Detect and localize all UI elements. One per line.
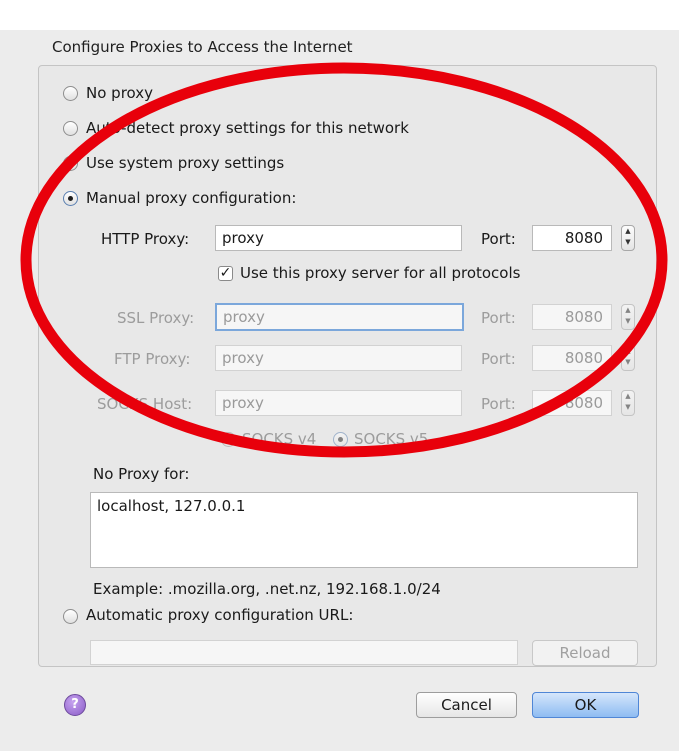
- ftp-port-stepper[interactable]: ▲ ▼: [621, 345, 635, 371]
- no-proxy-radio[interactable]: [63, 86, 78, 101]
- ftp-port-label: Port:: [481, 350, 516, 368]
- share-proxy-checkbox[interactable]: ✓: [218, 266, 233, 281]
- share-proxy-label[interactable]: Use this proxy server for all protocols: [240, 264, 520, 282]
- ftp-proxy-input[interactable]: [215, 345, 462, 371]
- system-proxy-label[interactable]: Use system proxy settings: [86, 154, 284, 172]
- auto-url-label[interactable]: Automatic proxy configuration URL:: [86, 606, 353, 624]
- http-port-input[interactable]: [532, 225, 612, 251]
- auto-detect-label[interactable]: Auto-detect proxy settings for this netw…: [86, 119, 409, 137]
- ssl-proxy-input[interactable]: [215, 303, 464, 331]
- auto-detect-radio[interactable]: [63, 121, 78, 136]
- ssl-proxy-label: SSL Proxy:: [117, 309, 195, 327]
- no-proxy-for-textarea[interactable]: localhost, 127.0.0.1: [90, 492, 638, 568]
- ftp-proxy-label: FTP Proxy:: [114, 350, 191, 368]
- socks-v5-label[interactable]: SOCKS v5: [354, 430, 428, 448]
- ftp-port-input[interactable]: [532, 345, 612, 371]
- auto-url-radio[interactable]: [63, 609, 78, 624]
- socks-port-label: Port:: [481, 395, 516, 413]
- http-proxy-label: HTTP Proxy:: [101, 230, 190, 248]
- help-button[interactable]: ?: [64, 694, 86, 716]
- socks-v4-radio[interactable]: [221, 432, 236, 447]
- socks-v4-label[interactable]: SOCKS v4: [242, 430, 316, 448]
- socks-port-input[interactable]: [532, 390, 612, 416]
- ssl-port-label: Port:: [481, 309, 516, 327]
- ssl-port-input[interactable]: [532, 304, 612, 330]
- socks-host-label: SOCKS Host:: [97, 395, 193, 413]
- auto-url-input[interactable]: [90, 640, 518, 665]
- socks-v5-radio[interactable]: [333, 432, 348, 447]
- section-title: Configure Proxies to Access the Internet: [52, 38, 353, 56]
- cancel-button[interactable]: Cancel: [416, 692, 517, 718]
- no-proxy-for-label: No Proxy for:: [93, 465, 190, 483]
- example-hint: Example: .mozilla.org, .net.nz, 192.168.…: [93, 580, 441, 598]
- http-port-stepper[interactable]: ▲ ▼: [621, 225, 635, 251]
- manual-proxy-radio[interactable]: [63, 191, 78, 206]
- socks-port-stepper[interactable]: ▲ ▼: [621, 390, 635, 416]
- http-port-label: Port:: [481, 230, 516, 248]
- reload-button[interactable]: Reload: [532, 640, 638, 666]
- system-proxy-radio[interactable]: [63, 156, 78, 171]
- ok-button[interactable]: OK: [532, 692, 639, 718]
- top-strip: [0, 0, 679, 30]
- ssl-port-stepper[interactable]: ▲ ▼: [621, 304, 635, 330]
- socks-host-input[interactable]: [215, 390, 462, 416]
- no-proxy-label[interactable]: No proxy: [86, 84, 153, 102]
- manual-proxy-label[interactable]: Manual proxy configuration:: [86, 189, 296, 207]
- http-proxy-input[interactable]: [215, 225, 462, 251]
